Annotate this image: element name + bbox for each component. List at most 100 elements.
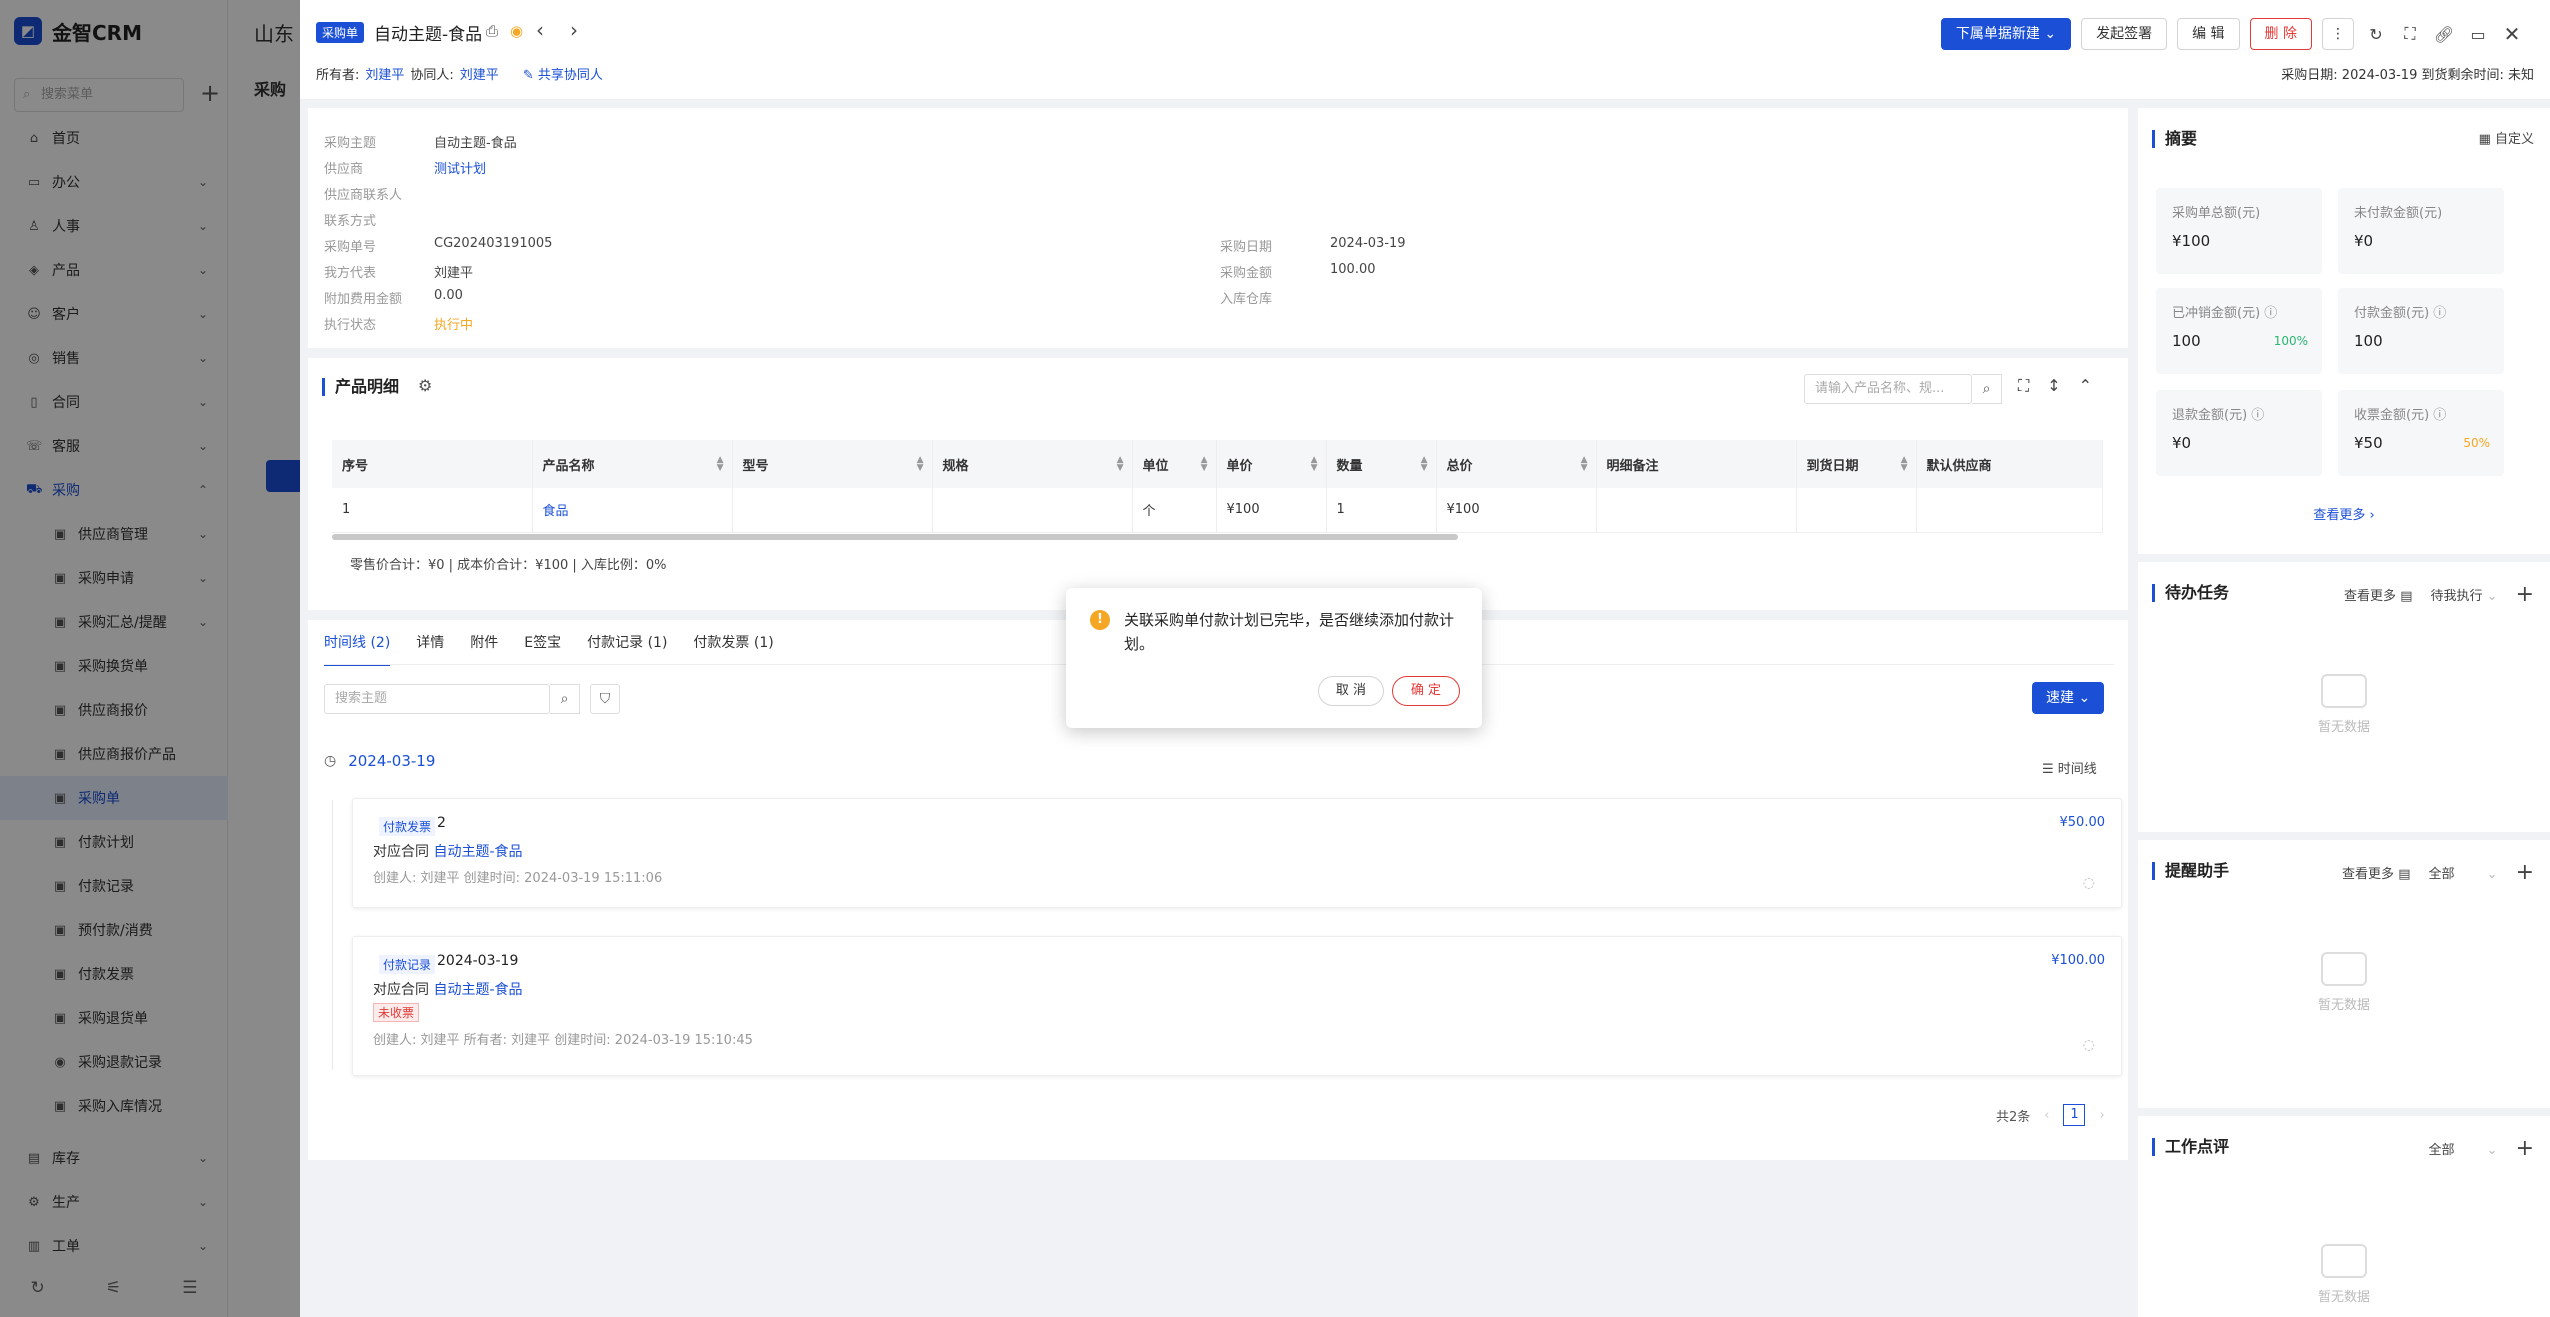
- view-more-link[interactable]: 查看更多 ▤: [2342, 863, 2410, 882]
- tab-esign[interactable]: E签宝: [524, 632, 561, 666]
- sort-icon[interactable]: ▲ ▼: [1201, 456, 1208, 473]
- stat-card: 付款金额(元) ⓘ 100: [2338, 288, 2504, 374]
- contract-link[interactable]: 自动主题-食品: [433, 982, 522, 998]
- favorite-icon[interactable]: ◉: [510, 22, 523, 40]
- view-more-link[interactable]: 查看更多 ›: [2138, 504, 2550, 523]
- next-record-icon[interactable]: ›: [570, 18, 578, 42]
- column-header[interactable]: 数量 ▲ ▼: [1326, 440, 1437, 488]
- product-name-link[interactable]: 食品: [532, 488, 733, 533]
- tab-payment-records[interactable]: 付款记录 (1): [587, 632, 667, 666]
- sort-icon[interactable]: ▲ ▼: [1311, 456, 1318, 473]
- customize-button[interactable]: ▦ 自定义: [2479, 128, 2534, 147]
- column-header[interactable]: 到货日期 ▲ ▼: [1796, 440, 1917, 488]
- column-header[interactable]: 型号 ▲ ▼: [732, 440, 933, 488]
- quick-create-button[interactable]: 速建 ⌄: [2032, 682, 2105, 714]
- edit-button[interactable]: 编 辑: [2177, 18, 2240, 50]
- purchase-dates: 采购日期: 2024-03-19 到货剩余时间: 未知: [2281, 68, 2534, 83]
- comment-icon[interactable]: ◌: [2083, 875, 2095, 891]
- share-collaborators-link[interactable]: ✎ 共享协同人: [523, 64, 603, 83]
- product-search-input[interactable]: 请输入产品名称、规...: [1804, 374, 1972, 404]
- timeline-entry[interactable]: 付款记录 2024-03-19 ¥100.00 对应合同 自动主题-食品 未收票…: [352, 936, 2122, 1076]
- supplier-link[interactable]: 测试计划: [434, 158, 486, 177]
- info-icon[interactable]: ⓘ: [2264, 306, 2277, 321]
- sort-icon[interactable]: ▲ ▼: [1421, 456, 1428, 473]
- info-icon[interactable]: ⓘ: [2251, 408, 2264, 423]
- link-icon[interactable]: 🔗︎: [2432, 25, 2456, 44]
- summary-title: 摘要: [2152, 130, 2197, 148]
- review-actions: 全部 ⌄ +: [2429, 1136, 2535, 1161]
- reminder-filter-select[interactable]: 全部 ⌄: [2429, 863, 2498, 882]
- sort-icon[interactable]: ▲ ▼: [1901, 456, 1908, 473]
- entry-meta: 创建人: 刘建平 创建时间: 2024-03-19 15:11:06: [373, 871, 663, 886]
- collapse-up-icon[interactable]: ⌃: [2079, 376, 2092, 396]
- info-row: 供应商 测试计划: [324, 158, 486, 177]
- reminder-title: 提醒助手: [2152, 862, 2229, 880]
- review-filter-select[interactable]: 全部 ⌄: [2429, 1139, 2498, 1158]
- confirm-button[interactable]: 确 定: [1392, 676, 1460, 706]
- stat-card: 收票金额(元) ⓘ ¥50 50%: [2338, 390, 2504, 476]
- search-icon[interactable]: ⌕: [550, 684, 580, 714]
- timeline-mode-toggle[interactable]: ☰ 时间线: [2042, 758, 2097, 777]
- todo-filter-select[interactable]: 待我执行 ⌄: [2431, 585, 2498, 604]
- previous-record-icon[interactable]: ‹: [536, 18, 544, 42]
- tab-payment-invoices[interactable]: 付款发票 (1): [693, 632, 773, 666]
- entry-value: 2024-03-19: [437, 953, 519, 969]
- execution-status: 执行中: [434, 318, 474, 333]
- sort-icon[interactable]: ▲ ▼: [917, 456, 924, 473]
- timeline-search-input[interactable]: 搜索主题: [324, 684, 550, 714]
- contract-link[interactable]: 自动主题-食品: [433, 844, 522, 860]
- column-header[interactable]: 序号: [332, 440, 533, 488]
- tab-details[interactable]: 详情: [416, 632, 444, 666]
- add-icon[interactable]: +: [2516, 860, 2534, 885]
- column-header[interactable]: 总价 ▲ ▼: [1436, 440, 1597, 488]
- resize-height-icon[interactable]: ↕: [2047, 376, 2060, 396]
- page-number[interactable]: 1: [2063, 1104, 2086, 1126]
- column-header[interactable]: 默认供应商: [1916, 440, 2103, 488]
- delete-button[interactable]: 删 除: [2249, 18, 2312, 50]
- sort-icon[interactable]: ▲ ▼: [1581, 456, 1588, 473]
- fullscreen-icon[interactable]: ⛶: [2018, 376, 2029, 396]
- entry-contract: 对应合同 自动主题-食品: [373, 844, 523, 860]
- search-icon[interactable]: ⌕: [1972, 374, 2002, 404]
- print-layout-icon[interactable]: ▭: [2466, 25, 2490, 44]
- close-icon[interactable]: ✕: [2500, 22, 2524, 46]
- tab-attachments[interactable]: 附件: [470, 632, 498, 666]
- fullscreen-icon[interactable]: ⛶: [2398, 24, 2422, 44]
- table-row[interactable]: 1 食品 个 ¥100 1 ¥100: [332, 488, 2103, 533]
- owner-link[interactable]: 刘建平: [365, 64, 404, 83]
- column-header[interactable]: 单价 ▲ ▼: [1216, 440, 1327, 488]
- product-details-title: 产品明细: [322, 378, 399, 396]
- entry-type-badge: 付款发票: [379, 817, 436, 836]
- filter-icon[interactable]: ⛉: [590, 684, 620, 714]
- more-options-icon[interactable]: ⋮: [2322, 18, 2354, 50]
- refresh-icon[interactable]: ↻: [2364, 25, 2388, 44]
- add-icon[interactable]: +: [2516, 1136, 2534, 1161]
- view-more-link[interactable]: 查看更多 ▤: [2344, 585, 2412, 604]
- column-header[interactable]: 明细备注: [1596, 440, 1797, 488]
- comment-icon[interactable]: ◌: [2083, 1037, 2095, 1053]
- timeline-entry[interactable]: 付款发票 2 ¥50.00 对应合同 自动主题-食品 创建人: 刘建平 创建时间…: [352, 798, 2122, 908]
- record-title: 自动主题-食品: [374, 25, 483, 45]
- horizontal-scrollbar[interactable]: [332, 534, 1458, 540]
- product-table: 序号 产品名称 ▲ ▼ 型号 ▲ ▼ 规格 ▲ ▼ 单位 ▲ ▼ 单价 ▲ ▼ 数量 ▲ ▼ 总价 ▲ ▼ …: [332, 440, 2103, 533]
- initiate-sign-button[interactable]: 发起签署: [2081, 18, 2168, 50]
- column-header[interactable]: 单位 ▲ ▼: [1132, 440, 1217, 488]
- sort-icon[interactable]: ▲ ▼: [717, 456, 724, 473]
- prev-page-icon[interactable]: ‹: [2044, 1108, 2049, 1123]
- sort-icon[interactable]: ▲ ▼: [1117, 456, 1124, 473]
- product-summary: 零售价合计：¥0 | 成本价合计：¥100 | 入库比例：0%: [350, 558, 667, 573]
- collaborator-link[interactable]: 刘建平: [460, 64, 499, 83]
- info-icon[interactable]: ⓘ: [2433, 408, 2446, 423]
- product-details-card: 产品明细 ⚙ 请输入产品名称、规... ⌕ ⛶ ↕ ⌃ 序号 产品名称 ▲ ▼ 型号…: [308, 358, 2128, 610]
- info-icon[interactable]: ⓘ: [2433, 306, 2446, 321]
- chevron-down-icon: ⌄: [2486, 867, 2498, 882]
- new-sub-document-button[interactable]: 下属单据新建 ⌄: [1940, 18, 2072, 50]
- print-icon[interactable]: ⎙: [486, 22, 498, 40]
- next-page-icon[interactable]: ›: [2099, 1108, 2104, 1123]
- add-icon[interactable]: +: [2516, 582, 2534, 607]
- column-header[interactable]: 产品名称 ▲ ▼: [532, 440, 733, 488]
- tab-timeline[interactable]: 时间线 (2): [324, 632, 391, 666]
- gear-icon[interactable]: ⚙: [418, 376, 432, 395]
- cancel-button[interactable]: 取 消: [1318, 676, 1384, 706]
- column-header[interactable]: 规格 ▲ ▼: [932, 440, 1133, 488]
